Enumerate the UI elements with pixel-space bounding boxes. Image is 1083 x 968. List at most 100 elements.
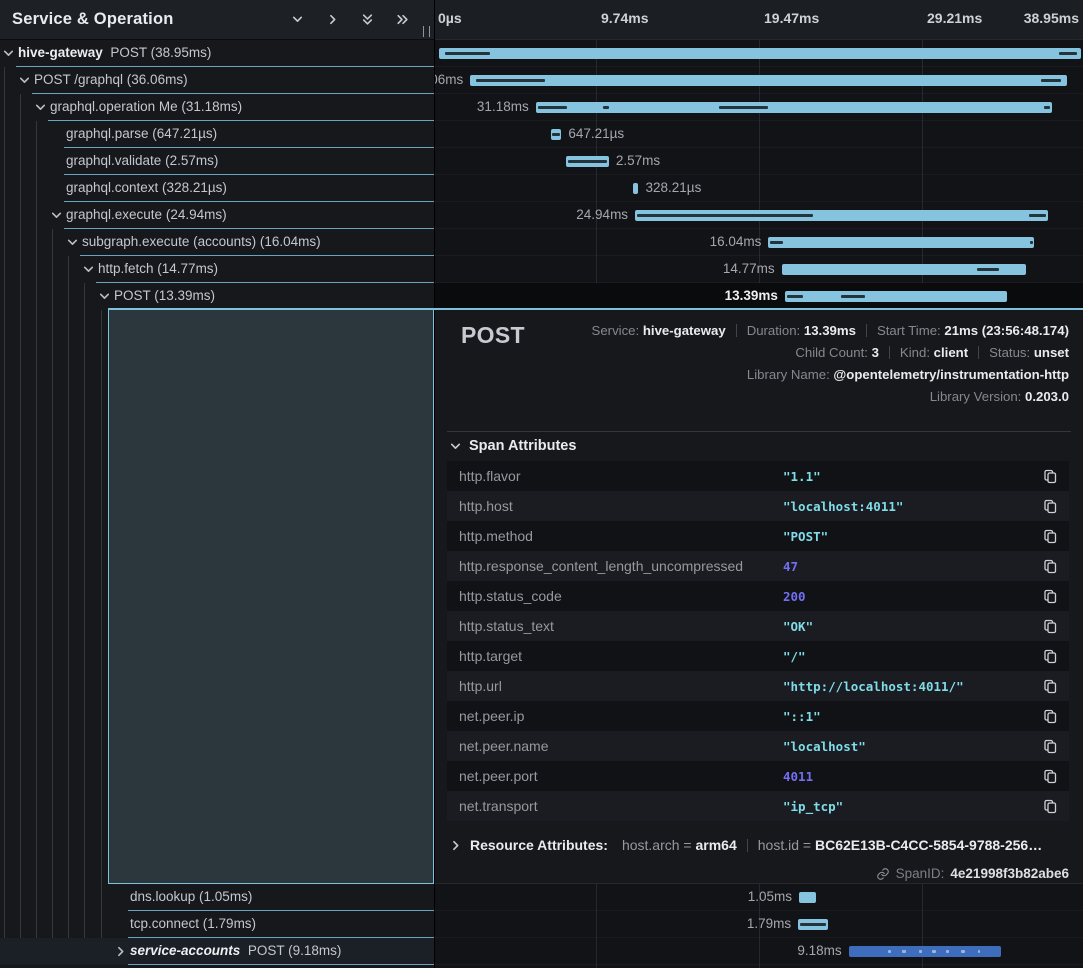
chevron-down-icon[interactable] bbox=[66, 236, 79, 249]
attribute-value: "http://localhost:4011/" bbox=[783, 679, 1031, 694]
copy-button[interactable] bbox=[1031, 559, 1069, 574]
span-bar[interactable] bbox=[849, 946, 1001, 957]
child-span-mark bbox=[1041, 79, 1062, 82]
span-duration-label: 1.05ms bbox=[748, 889, 792, 904]
tree-row[interactable]: graphql.operation Me (31.18ms) bbox=[0, 94, 434, 121]
operation-name: http.fetch (14.77ms) bbox=[98, 261, 218, 276]
span-name-label: graphql.validate (2.57ms) bbox=[66, 153, 218, 168]
timeline-row[interactable]: 13.39ms bbox=[435, 283, 1083, 310]
tree-row[interactable]: http.fetch (14.77ms) bbox=[0, 256, 434, 283]
span-bar[interactable] bbox=[470, 75, 1067, 86]
link-icon[interactable] bbox=[876, 867, 890, 881]
tree-row[interactable]: graphql.context (328.21µs) bbox=[0, 175, 434, 202]
timeline-row[interactable]: 24.94ms bbox=[435, 202, 1083, 229]
tree-row[interactable]: POST (13.39ms) bbox=[0, 283, 434, 310]
timeline-row[interactable]: 14.77ms bbox=[435, 256, 1083, 283]
attribute-value: "POST" bbox=[783, 529, 1031, 544]
copy-button[interactable] bbox=[1031, 679, 1069, 694]
timeline-row[interactable]: 9.18ms bbox=[435, 938, 1083, 965]
timeline-header[interactable]: 0µs9.74ms19.47ms29.21ms38.95ms bbox=[435, 0, 1083, 40]
span-bar[interactable] bbox=[768, 237, 1034, 248]
tree-row[interactable]: dns.lookup (1.05ms) bbox=[0, 884, 434, 911]
chevron-right-icon[interactable] bbox=[114, 945, 127, 958]
chevron-down-icon[interactable] bbox=[34, 101, 47, 114]
copy-button[interactable] bbox=[1031, 529, 1069, 544]
tree-row[interactable]: POST /graphql (36.06ms) bbox=[0, 67, 434, 94]
copy-button[interactable] bbox=[1031, 799, 1069, 814]
copy-button[interactable] bbox=[1031, 769, 1069, 784]
span-bar[interactable] bbox=[798, 919, 828, 930]
tree-row[interactable]: hive-gateway POST (38.95ms) bbox=[0, 40, 434, 67]
copy-button[interactable] bbox=[1031, 469, 1069, 484]
timeline-row[interactable]: 16.04ms bbox=[435, 229, 1083, 256]
timeline-row[interactable] bbox=[435, 40, 1083, 67]
span-bar[interactable] bbox=[536, 102, 1052, 113]
double-chevron-down-icon[interactable] bbox=[357, 10, 377, 30]
span-attributes-title: Span Attributes bbox=[469, 438, 576, 454]
operation-name: graphql.parse (647.21µs) bbox=[66, 126, 217, 141]
timeline-row[interactable]: 1.05ms bbox=[435, 884, 1083, 911]
operation-name: POST (9.18ms) bbox=[248, 943, 342, 958]
timeline-row[interactable]: 1.79ms bbox=[435, 911, 1083, 938]
chevron-down-icon[interactable] bbox=[82, 263, 95, 276]
chevron-down-icon[interactable] bbox=[287, 10, 307, 30]
service-name: service-accounts bbox=[130, 943, 240, 958]
span-attributes-header[interactable]: Span Attributes bbox=[449, 438, 576, 454]
chevron-down-icon[interactable] bbox=[98, 290, 111, 303]
panel-resize-grip[interactable] bbox=[423, 26, 430, 37]
chevron-down-icon[interactable] bbox=[50, 209, 63, 222]
attribute-key: http.response_content_length_uncompresse… bbox=[447, 558, 783, 574]
tree-row[interactable]: graphql.parse (647.21µs) bbox=[0, 121, 434, 148]
tree-row[interactable]: graphql.validate (2.57ms) bbox=[0, 148, 434, 175]
tree-row[interactable]: graphql.execute (24.94ms) bbox=[0, 202, 434, 229]
copy-button[interactable] bbox=[1031, 589, 1069, 604]
tree-row[interactable]: service-accounts POST (9.18ms) bbox=[0, 938, 434, 965]
timeline-row[interactable]: 31.18ms bbox=[435, 94, 1083, 121]
span-bar[interactable] bbox=[633, 183, 638, 194]
chevron-down-icon[interactable] bbox=[2, 47, 15, 60]
span-duration-label: 647.21µs bbox=[568, 126, 624, 141]
row-border bbox=[128, 964, 434, 965]
copy-button[interactable] bbox=[1031, 619, 1069, 634]
copy-button[interactable] bbox=[1031, 739, 1069, 754]
resource-attributes-row[interactable]: Resource Attributes: host.arch = arm64ho… bbox=[449, 837, 1042, 853]
span-attributes-table: http.flavor"1.1"http.host"localhost:4011… bbox=[447, 461, 1069, 821]
timeline-row[interactable]: 36.06ms bbox=[435, 67, 1083, 94]
span-bar[interactable] bbox=[635, 210, 1048, 221]
timeline-row[interactable]: 647.21µs bbox=[435, 121, 1083, 148]
copy-button[interactable] bbox=[1031, 499, 1069, 514]
meta-value: client bbox=[934, 345, 968, 360]
chevron-down-icon[interactable] bbox=[18, 74, 31, 87]
timeline-row[interactable]: 2.57ms bbox=[435, 148, 1083, 175]
span-id-value: 4e21998f3b82abe6 bbox=[950, 866, 1069, 881]
span-bar[interactable] bbox=[782, 264, 1027, 275]
double-chevron-right-icon[interactable] bbox=[392, 10, 412, 30]
detail-meta-line: Library Name: @opentelemetry/instrumenta… bbox=[592, 364, 1069, 386]
chevron-right-icon[interactable] bbox=[322, 10, 342, 30]
service-name: hive-gateway bbox=[18, 45, 103, 60]
span-bar[interactable] bbox=[799, 892, 816, 903]
attribute-key: http.status_code bbox=[447, 588, 783, 604]
span-bar[interactable] bbox=[566, 156, 609, 167]
copy-button[interactable] bbox=[1031, 709, 1069, 724]
meta-separator bbox=[889, 346, 890, 359]
copy-button[interactable] bbox=[1031, 649, 1069, 664]
tree-row[interactable]: subgraph.execute (accounts) (16.04ms) bbox=[0, 229, 434, 256]
span-bar[interactable] bbox=[551, 129, 562, 140]
timeline-row[interactable]: 328.21µs bbox=[435, 175, 1083, 202]
meta-value: @opentelemetry/instrumentation-http bbox=[833, 367, 1069, 382]
span-bar[interactable] bbox=[785, 291, 1007, 302]
attribute-key: http.status_text bbox=[447, 618, 783, 634]
span-detail-title: POST bbox=[461, 322, 525, 349]
attribute-value: "::1" bbox=[783, 709, 1031, 724]
operation-name: dns.lookup (1.05ms) bbox=[130, 889, 252, 904]
span-bar[interactable] bbox=[439, 48, 1082, 59]
child-span-mark bbox=[476, 79, 545, 82]
attribute-value: 47 bbox=[783, 559, 1031, 574]
resource-value: BC62E13B-C4CC-5854-9788-256… bbox=[815, 837, 1042, 853]
span-duration-label: 1.79ms bbox=[747, 916, 791, 931]
tree-row[interactable]: tcp.connect (1.79ms) bbox=[0, 911, 434, 938]
span-name-label: http.fetch (14.77ms) bbox=[98, 261, 218, 276]
attribute-value: "OK" bbox=[783, 619, 1031, 634]
span-duration-label: 24.94ms bbox=[576, 207, 628, 222]
